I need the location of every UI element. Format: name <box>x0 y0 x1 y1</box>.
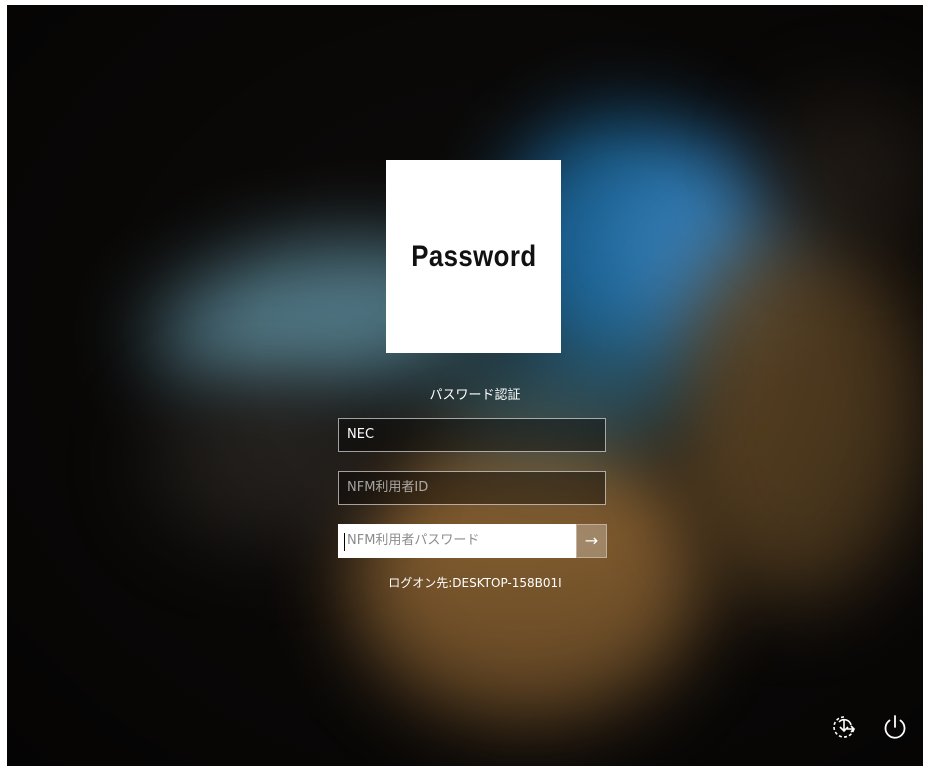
submit-button[interactable]: → <box>576 524 607 558</box>
domain-field[interactable]: NEC <box>338 418 606 452</box>
ease-of-access-icon <box>833 716 856 738</box>
password-row: NFM利用者パスワード → <box>338 524 607 558</box>
tile-label: Password <box>410 239 537 273</box>
ease-of-access-button[interactable] <box>827 710 861 744</box>
credential-provider-tile: Password <box>386 160 561 353</box>
logon-target: ログオン先:DESKTOP-158B01I <box>388 576 562 590</box>
provider-title: パスワード認証 <box>429 388 521 403</box>
text-caret <box>344 533 345 551</box>
power-icon <box>884 715 906 739</box>
power-button[interactable] <box>878 710 912 744</box>
password-field[interactable]: NFM利用者パスワード <box>338 524 576 558</box>
password-placeholder: NFM利用者パスワード <box>347 533 480 548</box>
lock-screen: Password パスワード認証 NEC NFM利用者ID NFM利用者パスワー… <box>7 5 923 766</box>
arrow-right-icon: → <box>584 531 599 550</box>
user-id-field[interactable]: NFM利用者ID <box>338 471 606 505</box>
